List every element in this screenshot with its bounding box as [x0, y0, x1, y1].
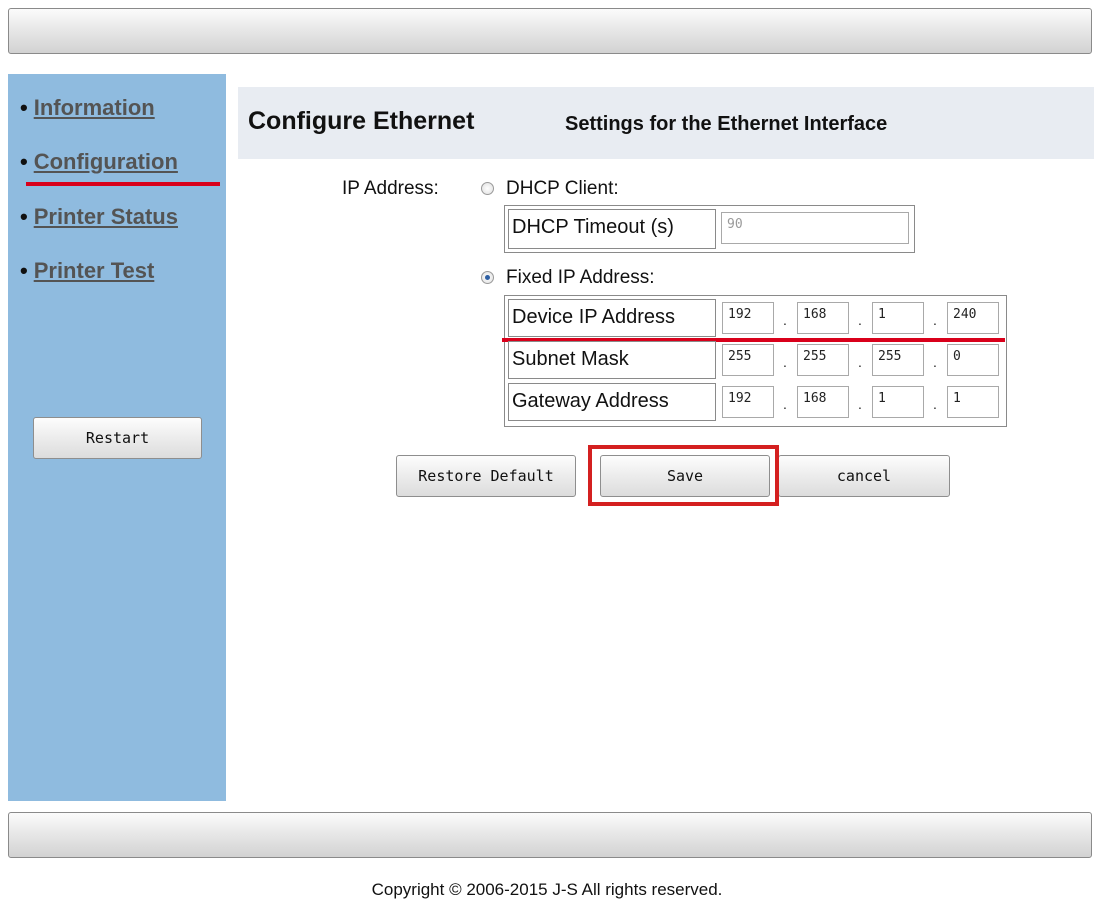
ip-address-label: IP Address: [342, 178, 439, 199]
dhcp-timeout-label: DHCP Timeout (s) [512, 216, 674, 238]
subnet-mask-octet-3[interactable]: 255 [872, 344, 924, 376]
device-ip-octet-4[interactable]: 240 [947, 302, 999, 334]
octet-separator: . [933, 354, 937, 370]
subnet-mask-octet-2[interactable]: 255 [797, 344, 849, 376]
octet-separator: . [783, 396, 787, 412]
sidebar-item-printer-test[interactable]: • Printer Test [20, 258, 154, 284]
octet-separator: . [858, 312, 862, 328]
restart-button[interactable]: Restart [33, 417, 202, 459]
restore-default-button[interactable]: Restore Default [396, 455, 576, 497]
device-ip-octet-1[interactable]: 192 [722, 302, 774, 334]
sidebar-item-information[interactable]: • Information [20, 95, 155, 121]
sidebar-item-label[interactable]: Configuration [34, 149, 178, 174]
bullet-icon: • [20, 258, 28, 283]
octet-separator: . [933, 396, 937, 412]
bullet-icon: • [20, 204, 28, 229]
fixed-ip-label: Fixed IP Address: [506, 267, 655, 288]
sidebar-item-label[interactable]: Printer Test [34, 258, 155, 283]
gateway-address-label: Gateway Address [512, 390, 669, 412]
sidebar-item-printer-status[interactable]: • Printer Status [20, 204, 178, 230]
octet-separator: . [933, 312, 937, 328]
page-subtitle: Settings for the Ethernet Interface [565, 113, 888, 135]
octet-separator: . [858, 396, 862, 412]
cancel-button[interactable]: cancel [778, 455, 950, 497]
device-ip-label: Device IP Address [512, 306, 676, 328]
sidebar-item-label[interactable]: Printer Status [34, 204, 178, 229]
octet-separator: . [858, 354, 862, 370]
fixed-ip-radio[interactable] [481, 271, 494, 284]
page-title: Configure Ethernet [248, 107, 475, 135]
gateway-octet-1[interactable]: 192 [722, 386, 774, 418]
octet-separator: . [783, 354, 787, 370]
device-ip-octet-3[interactable]: 1 [872, 302, 924, 334]
gateway-octet-4[interactable]: 1 [947, 386, 999, 418]
sidebar-item-configuration[interactable]: • Configuration [20, 149, 178, 175]
dhcp-timeout-field[interactable]: 90 [721, 212, 909, 244]
top-banner-bar [8, 8, 1092, 54]
gateway-octet-3[interactable]: 1 [872, 386, 924, 418]
copyright-text: Copyright © 2006-2015 J-S All rights res… [371, 880, 723, 899]
bullet-icon: • [20, 95, 28, 120]
dhcp-client-radio[interactable] [481, 182, 494, 195]
octet-separator: . [783, 312, 787, 328]
subnet-mask-label: Subnet Mask [512, 348, 629, 370]
bottom-banner-bar [8, 812, 1092, 858]
subnet-mask-octet-1[interactable]: 255 [722, 344, 774, 376]
device-ip-octet-2[interactable]: 168 [797, 302, 849, 334]
bullet-icon: • [20, 149, 28, 174]
gateway-octet-2[interactable]: 168 [797, 386, 849, 418]
save-red-highlight-box [588, 445, 779, 506]
active-item-red-underline [26, 182, 220, 186]
sidebar-item-label[interactable]: Information [34, 95, 155, 120]
dhcp-client-label: DHCP Client: [506, 178, 619, 199]
subnet-mask-octet-4[interactable]: 0 [947, 344, 999, 376]
